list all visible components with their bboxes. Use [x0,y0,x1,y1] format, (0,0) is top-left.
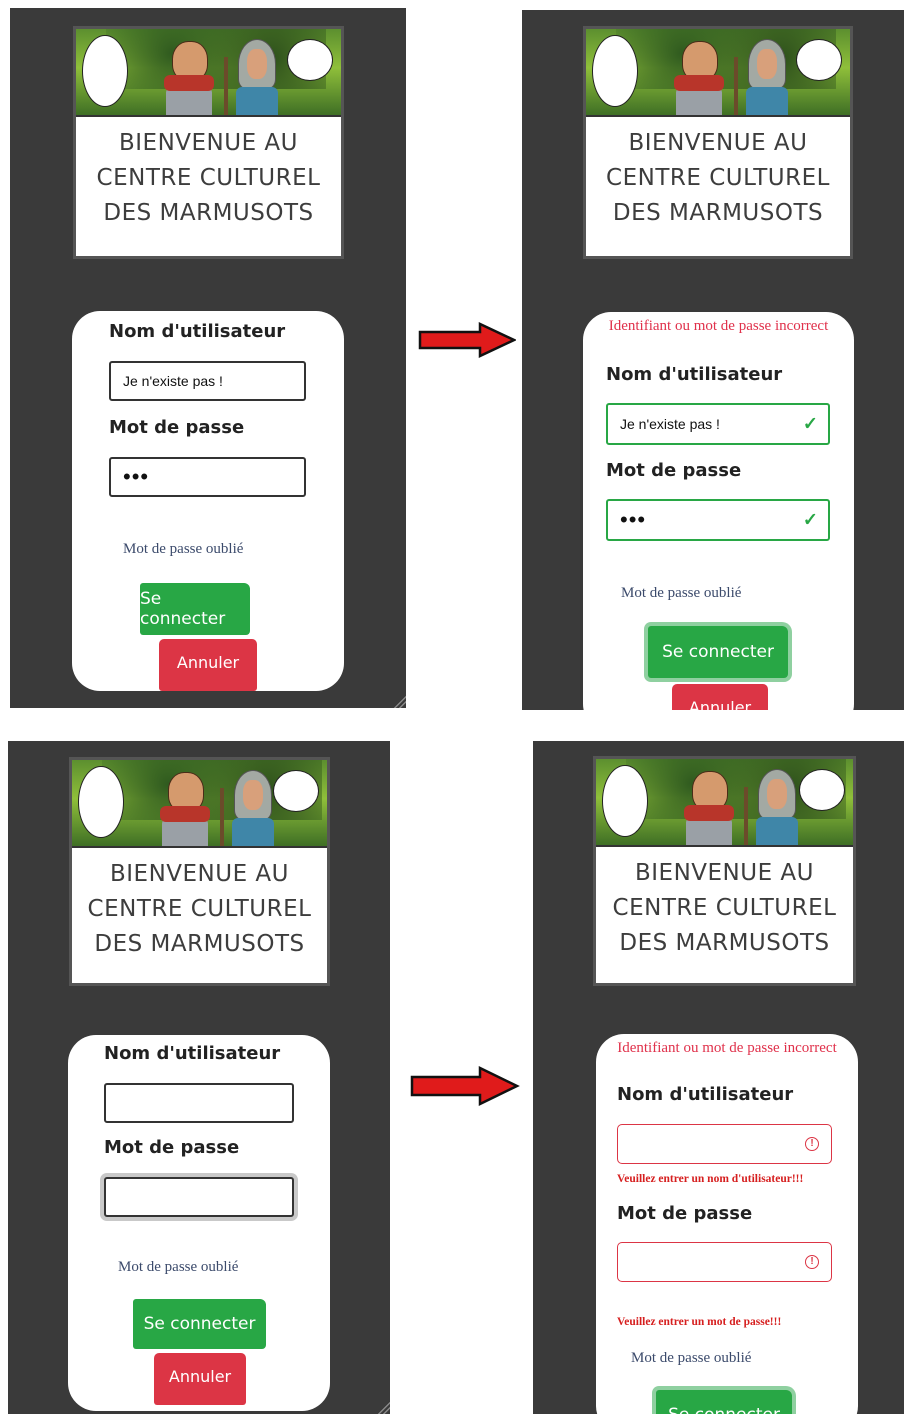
password-input[interactable]: ! [617,1242,832,1282]
forgot-password-link[interactable]: Mot de passe oublié [631,1350,751,1367]
error-banner: Identifiant ou mot de passe incorrect [617,1040,837,1056]
forgot-password-link[interactable]: Mot de passe oublié [118,1259,238,1276]
password-input[interactable]: ••• ✓ [606,499,830,541]
check-icon: ✓ [802,413,818,434]
welcome-title: BIENVENUE AU CENTRE CULTUREL DES MARMUSO… [586,117,850,231]
login-card: Nom d'utilisateur Mot de passe Mot de pa… [68,1035,330,1411]
speech-bubble [799,769,845,811]
welcome-line-1: BIENVENUE AU [118,130,299,156]
right-arrow-icon [418,322,516,358]
forgot-password-link[interactable]: Mot de passe oublié [123,541,243,558]
speech-bubble [592,35,638,107]
username-input[interactable] [104,1083,294,1123]
welcome-line-3: DES MARMUSOTS [612,200,824,226]
welcome-banner: BIENVENUE AU CENTRE CULTUREL DES MARMUSO… [73,26,344,259]
resize-handle[interactable] [394,696,406,708]
password-input[interactable]: ••• [109,457,306,497]
welcome-line-2: CENTRE CULTUREL [96,165,321,191]
username-input[interactable]: ! [617,1124,832,1164]
welcome-line-2: CENTRE CULTUREL [87,896,312,922]
password-label: Mot de passe [104,1137,240,1158]
screen-invalid-credentials: BIENVENUE AU CENTRE CULTUREL DES MARMUSO… [522,10,904,710]
welcome-title: BIENVENUE AU CENTRE CULTUREL DES MARMUSO… [72,848,327,962]
password-mask: ••• [123,464,150,489]
cancel-button[interactable]: Annuler [159,639,257,691]
welcome-line-2: CENTRE CULTUREL [606,165,830,191]
username-input[interactable]: Je n'existe pas ! [109,361,306,401]
speech-bubble [273,770,319,812]
forgot-password-link[interactable]: Mot de passe oublié [621,585,741,602]
login-card: Identifiant ou mot de passe incorrect No… [596,1034,858,1414]
username-value: Je n'existe pas ! [620,416,720,432]
speech-bubble [78,766,124,838]
welcome-line-1: BIENVENUE AU [109,861,290,887]
password-label: Mot de passe [109,417,245,438]
comic-illustration [586,29,850,117]
password-input[interactable] [104,1177,294,1217]
welcome-line-3: DES MARMUSOTS [103,200,314,226]
welcome-line-3: DES MARMUSOTS [619,930,830,956]
password-error-message: Veuillez entrer un mot de passe!!! [617,1316,782,1328]
right-arrow-icon [410,1066,520,1106]
login-card: Nom d'utilisateur Je n'existe pas ! Mot … [72,311,344,691]
username-label: Nom d'utilisateur [606,364,783,385]
login-button[interactable]: Se connecter [656,1390,792,1414]
welcome-banner: BIENVENUE AU CENTRE CULTUREL DES MARMUSO… [593,756,856,986]
screen-filled-form: BIENVENUE AU CENTRE CULTUREL DES MARMUSO… [10,8,406,708]
welcome-line-2: CENTRE CULTUREL [612,895,837,921]
speech-bubble [82,35,128,107]
speech-bubble [796,39,842,81]
login-button[interactable]: Se connecter [648,626,788,678]
password-mask: ••• [620,507,647,532]
login-button[interactable]: Se connecter [133,1299,266,1349]
password-label: Mot de passe [617,1203,753,1224]
resize-handle[interactable] [378,1402,390,1414]
screen-required-fields-errors: BIENVENUE AU CENTRE CULTUREL DES MARMUSO… [533,741,904,1414]
welcome-banner: BIENVENUE AU CENTRE CULTUREL DES MARMUSO… [583,26,853,259]
speech-bubble [287,39,333,81]
welcome-banner: BIENVENUE AU CENTRE CULTUREL DES MARMUSO… [69,757,330,986]
username-error-message: Veuillez entrer un nom d'utilisateur!!! [617,1173,804,1185]
comic-illustration [596,759,853,847]
login-button[interactable]: Se connecter [140,583,250,635]
welcome-line-1: BIENVENUE AU [628,130,808,156]
comic-illustration [76,29,341,117]
comic-illustration [72,760,327,848]
username-label: Nom d'utilisateur [104,1043,281,1064]
password-label: Mot de passe [606,460,742,481]
username-label: Nom d'utilisateur [109,321,286,342]
check-icon: ✓ [802,509,818,530]
speech-bubble [602,765,648,837]
error-banner: Identifiant ou mot de passe incorrect [608,318,829,334]
username-input[interactable]: Je n'existe pas ! ✓ [606,403,830,445]
welcome-line-3: DES MARMUSOTS [94,931,305,957]
welcome-title: BIENVENUE AU CENTRE CULTUREL DES MARMUSO… [596,847,853,961]
welcome-line-1: BIENVENUE AU [634,860,815,886]
screen-empty-form: BIENVENUE AU CENTRE CULTUREL DES MARMUSO… [8,741,390,1414]
cancel-button[interactable]: Annuler [154,1353,246,1405]
cancel-button[interactable]: Annuler [672,684,768,710]
warning-circle-icon: ! [805,1137,819,1151]
username-label: Nom d'utilisateur [617,1084,794,1105]
welcome-title: BIENVENUE AU CENTRE CULTUREL DES MARMUSO… [76,117,341,231]
warning-circle-icon: ! [805,1255,819,1269]
login-card: Identifiant ou mot de passe incorrect No… [583,312,854,710]
